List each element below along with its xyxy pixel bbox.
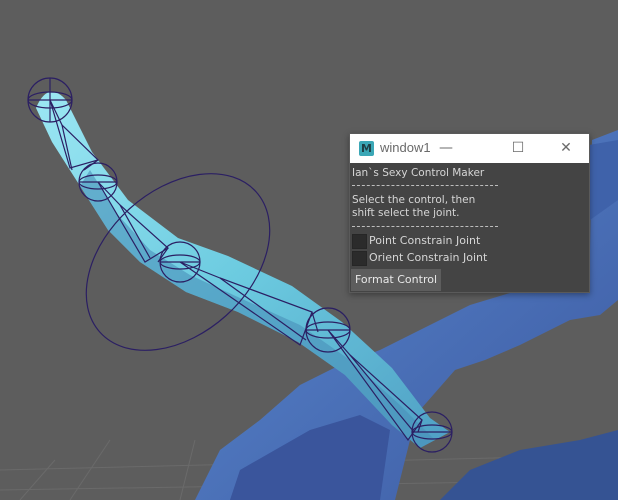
maya-app-icon: M bbox=[359, 141, 374, 156]
tool-content: Ian`s Sexy Control Maker Select the cont… bbox=[350, 163, 589, 292]
minimize-icon: — bbox=[439, 140, 453, 156]
point-constrain-checkbox[interactable] bbox=[352, 234, 367, 249]
orient-constrain-checkbox[interactable] bbox=[352, 251, 367, 266]
app-icon-letter: M bbox=[361, 142, 372, 155]
instruction-line-1: Select the control, then bbox=[352, 194, 476, 206]
maximize-button[interactable]: ☐ bbox=[495, 134, 541, 163]
maximize-icon: ☐ bbox=[511, 140, 525, 156]
format-control-button[interactable]: Format Control bbox=[351, 269, 441, 291]
separator bbox=[352, 226, 498, 227]
separator bbox=[352, 185, 498, 186]
point-constrain-label: Point Constrain Joint bbox=[369, 234, 481, 247]
close-icon: ✕ bbox=[560, 140, 572, 156]
instruction-line-2: shift select the joint. bbox=[352, 207, 460, 219]
close-button[interactable]: ✕ bbox=[543, 134, 589, 163]
tool-window[interactable]: M window1 — ☐ ✕ Ian`s Sexy Control Maker… bbox=[349, 133, 590, 293]
minimize-button[interactable]: — bbox=[423, 134, 469, 163]
tool-heading: Ian`s Sexy Control Maker bbox=[352, 167, 485, 179]
orient-constrain-label: Orient Constrain Joint bbox=[369, 251, 488, 264]
window-titlebar[interactable]: M window1 — ☐ ✕ bbox=[350, 134, 589, 163]
